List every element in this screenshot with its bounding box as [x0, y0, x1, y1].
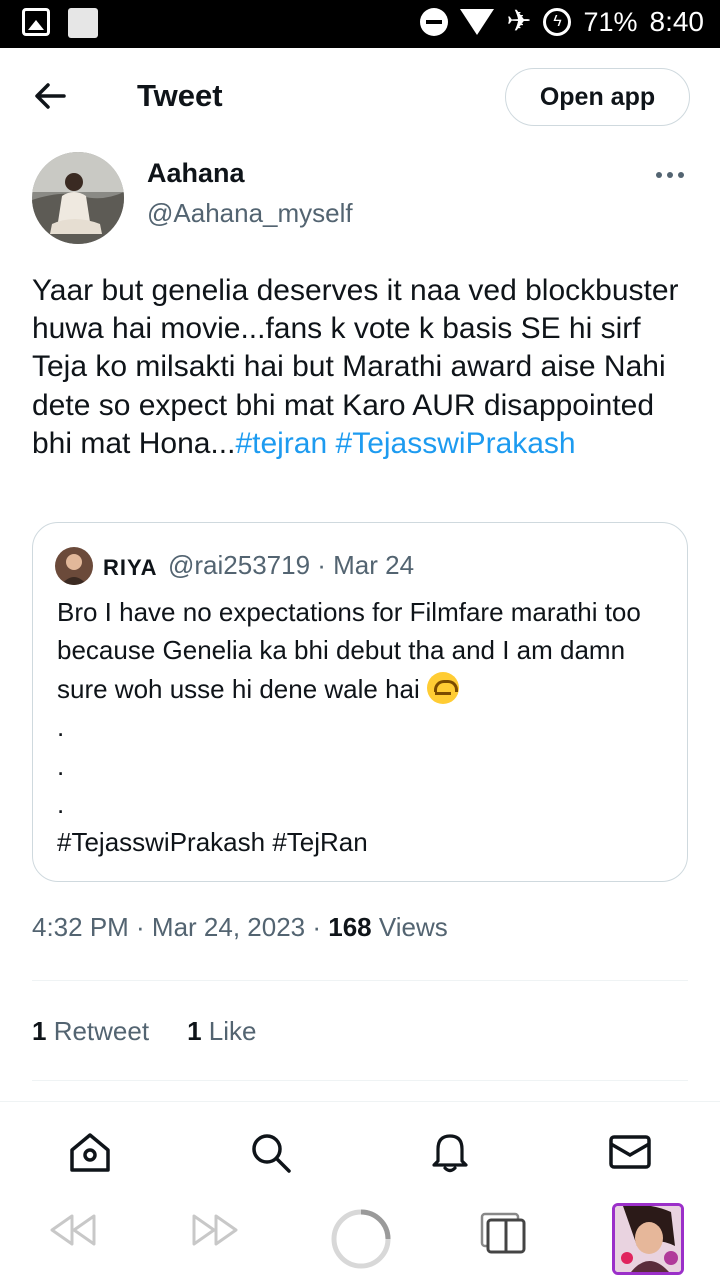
tweet-stats: 1 Retweet 1 Like	[32, 1016, 256, 1047]
more-options-icon[interactable]	[656, 172, 684, 178]
battery-charging-icon: ϟ	[543, 8, 572, 36]
author-name[interactable]: Aahana	[147, 158, 245, 189]
wifi-icon	[460, 9, 495, 35]
views-count: 168	[328, 912, 372, 942]
quoted-author-avatar	[55, 547, 93, 585]
likes-stat[interactable]: 1 Like	[187, 1016, 256, 1047]
status-bar: ✈ ϟ 71% 8:40	[0, 0, 720, 48]
divider	[32, 980, 688, 981]
author-avatar[interactable]	[32, 152, 124, 244]
top-header: Tweet Open app	[0, 48, 720, 148]
author-handle[interactable]: @Aahana_myself	[147, 198, 353, 229]
dot-line: .	[57, 712, 65, 743]
do-not-disturb-icon	[420, 8, 449, 36]
back-arrow-icon[interactable]	[32, 78, 68, 114]
tabs-icon[interactable]	[480, 1212, 528, 1256]
quoted-tweet[interactable]: RIYA @rai253719 · Mar 24 Bro I have no e…	[32, 522, 688, 882]
rewind-icon[interactable]	[46, 1210, 98, 1250]
page-title: Tweet	[137, 78, 223, 113]
tweet-timestamp[interactable]: 4:32 PM · Mar 24, 2023 ·	[32, 912, 328, 942]
loading-icon[interactable]	[330, 1208, 392, 1270]
like-label: Like	[201, 1016, 257, 1046]
quoted-author-name: RIYA	[103, 555, 158, 580]
search-icon[interactable]	[248, 1130, 292, 1174]
hashtag-link[interactable]: #TejasswiPrakash	[336, 427, 576, 460]
bottom-nav-divider	[0, 1101, 720, 1102]
dot-line: .	[57, 750, 65, 781]
retweet-count: 1	[32, 1016, 47, 1046]
profile-thumbnail[interactable]	[612, 1203, 684, 1275]
tweet-text: Yaar but genelia deserves it naa ved blo…	[32, 272, 692, 463]
retweets-stat[interactable]: 1 Retweet	[32, 1016, 149, 1047]
dot-line: .	[57, 789, 65, 820]
divider	[32, 1080, 688, 1081]
quoted-tweet-text: Bro I have no expectations for Filmfare …	[57, 593, 672, 862]
notification-square-icon	[68, 8, 98, 38]
quoted-author-handle: @rai253719 · Mar 24	[168, 550, 415, 580]
quoted-hashtags: #TejasswiPrakash #TejRan	[57, 827, 368, 858]
clock: 8:40	[649, 6, 705, 37]
home-icon[interactable]	[68, 1130, 112, 1174]
hashtag-link[interactable]: #tejran	[235, 427, 327, 460]
quoted-body: Bro I have no expectations for Filmfare …	[57, 597, 641, 704]
bell-icon[interactable]	[428, 1130, 472, 1174]
image-notification-icon	[22, 8, 50, 36]
open-app-button[interactable]: Open app	[505, 68, 690, 126]
retweet-label: Retweet	[46, 1016, 150, 1046]
battery-percent: 71%	[583, 6, 638, 37]
mail-icon[interactable]	[608, 1130, 652, 1174]
forward-icon[interactable]	[190, 1210, 242, 1250]
airplane-icon: ✈	[506, 5, 532, 38]
views-label: Views	[371, 912, 448, 942]
like-count: 1	[187, 1016, 202, 1046]
upside-down-face-emoji-icon	[427, 671, 460, 704]
tweet-meta: 4:32 PM · Mar 24, 2023 · 168 Views	[32, 912, 448, 943]
